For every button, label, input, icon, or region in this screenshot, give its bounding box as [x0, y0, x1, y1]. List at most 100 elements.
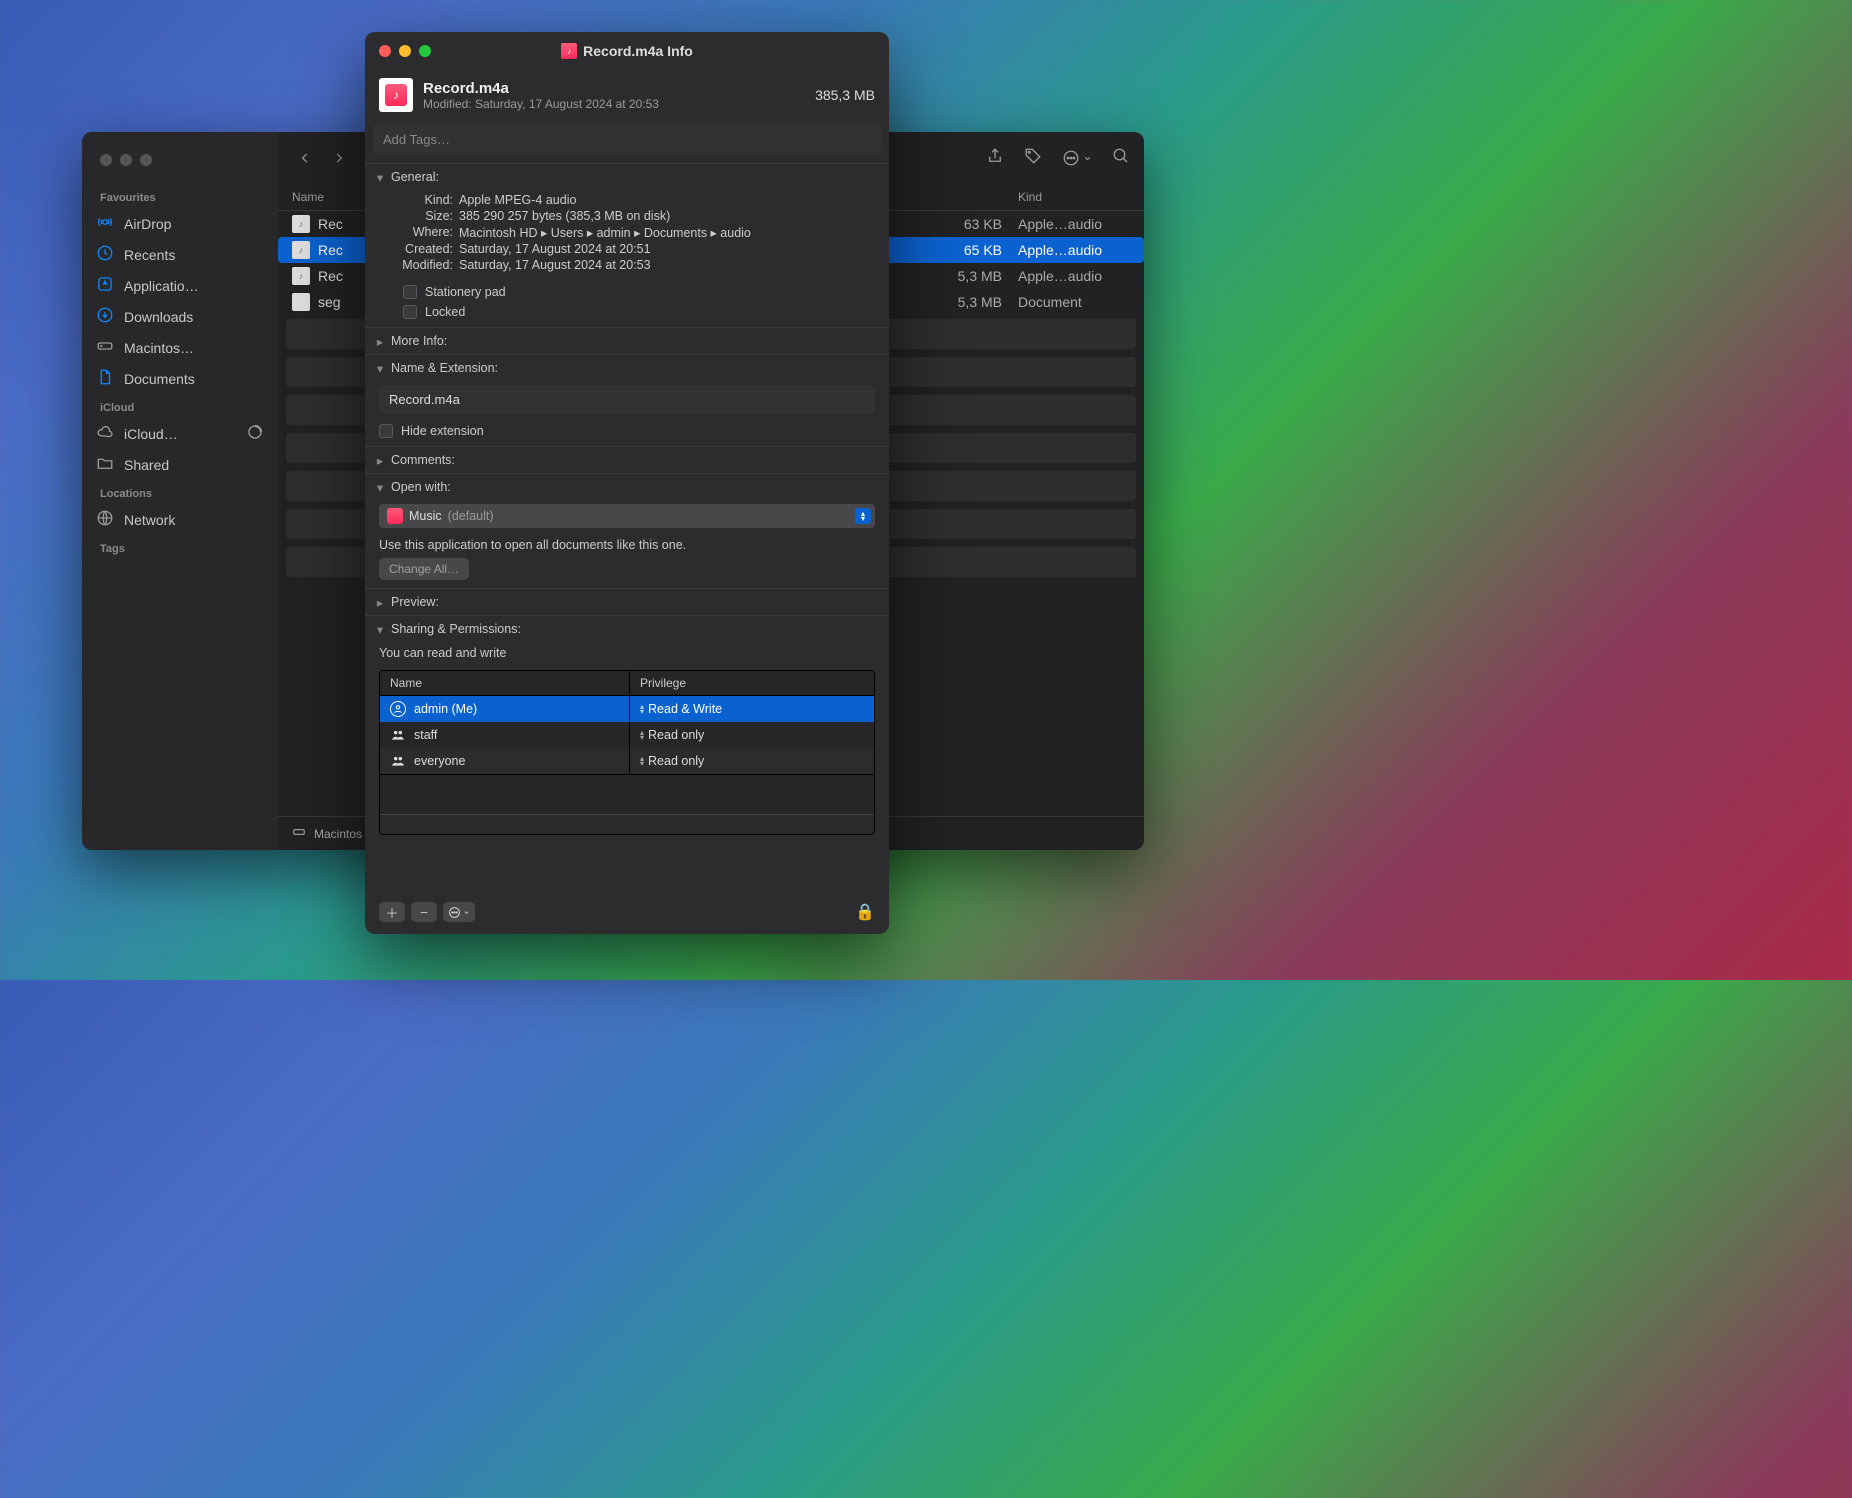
- sidebar-item-downloads[interactable]: Downloads: [82, 301, 278, 332]
- user-icon: [390, 701, 406, 717]
- favourites-heading: Favourites: [82, 184, 278, 208]
- kind-value: Apple MPEG-4 audio: [459, 193, 875, 207]
- document-file-icon: [292, 293, 310, 311]
- section-general[interactable]: ▾General:: [365, 164, 889, 190]
- shared-folder-icon: [96, 454, 114, 475]
- sidebar-item-shared[interactable]: Shared: [82, 449, 278, 480]
- updown-icon: ▴▾: [640, 756, 644, 766]
- cloud-icon: [96, 423, 114, 444]
- info-header: ♪ Record.m4a Modified: Saturday, 17 Augu…: [365, 70, 889, 120]
- airdrop-icon: [96, 213, 114, 234]
- forward-button[interactable]: [326, 145, 352, 171]
- search-icon[interactable]: [1112, 147, 1130, 170]
- sidebar-item-documents[interactable]: Documents: [82, 363, 278, 394]
- permissions-footer: ＋ − 🔒: [365, 894, 889, 934]
- minimize-icon[interactable]: [120, 154, 132, 166]
- section-preview[interactable]: ▸Preview:: [365, 589, 889, 615]
- stationery-checkbox[interactable]: [403, 285, 417, 299]
- zoom-icon[interactable]: [140, 154, 152, 166]
- section-comments[interactable]: ▸Comments:: [365, 447, 889, 473]
- file-thumbnail-icon: ♪: [379, 78, 413, 112]
- action-menu-icon[interactable]: [1062, 149, 1092, 167]
- tag-icon[interactable]: [1024, 147, 1042, 170]
- sidebar-item-label: Applicatio…: [124, 278, 199, 294]
- sidebar-item-network[interactable]: Network: [82, 504, 278, 535]
- sidebar-item-label: Network: [124, 512, 175, 528]
- close-icon[interactable]: [100, 154, 112, 166]
- locations-heading: Locations: [82, 480, 278, 504]
- chevron-down-icon: ▾: [375, 482, 385, 492]
- section-sharing-permissions[interactable]: ▾Sharing & Permissions:: [365, 616, 889, 642]
- where-value: Macintosh HD ▸ Users ▸ admin ▸ Documents…: [459, 225, 875, 240]
- get-info-window: ♪ Record.m4a Info ♪ Record.m4a Modified:…: [365, 32, 889, 934]
- updown-icon: ▴▾: [640, 730, 644, 740]
- created-value: Saturday, 17 August 2024 at 20:51: [459, 242, 875, 256]
- sidebar-item-label: Downloads: [124, 309, 193, 325]
- finder-sidebar: Favourites AirDrop Recents Applicatio… D…: [82, 132, 278, 850]
- sidebar-item-label: Documents: [124, 371, 195, 387]
- permission-action-menu[interactable]: [443, 902, 475, 922]
- change-all-button[interactable]: Change All…: [379, 558, 469, 580]
- section-more-info[interactable]: ▸More Info:: [365, 328, 889, 354]
- chevron-right-icon: ▸: [375, 455, 385, 465]
- audio-file-icon: ♪: [292, 267, 310, 285]
- updown-icon: ▴▾: [855, 508, 871, 524]
- chevron-down-icon: ▾: [375, 363, 385, 373]
- sidebar-item-label: iCloud…: [124, 426, 178, 442]
- sidebar-item-label: Recents: [124, 247, 175, 263]
- clock-icon: [96, 244, 114, 265]
- chevron-down-icon: ▾: [375, 624, 385, 634]
- locked-checkbox[interactable]: [403, 305, 417, 319]
- tags-heading: Tags: [82, 535, 278, 559]
- group-icon: [390, 727, 406, 743]
- file-name: Record.m4a: [423, 80, 805, 97]
- filename-input[interactable]: [379, 385, 875, 414]
- audio-file-icon: ♪: [292, 215, 310, 233]
- sidebar-item-airdrop[interactable]: AirDrop: [82, 208, 278, 239]
- permissions-table: Name Privilege admin (Me) ▴▾Read & Write…: [379, 670, 875, 835]
- icloud-heading: iCloud: [82, 394, 278, 418]
- window-title: Record.m4a Info: [583, 43, 693, 59]
- permissions-desc: You can read and write: [365, 642, 889, 666]
- tags-input[interactable]: Add Tags…: [373, 124, 881, 155]
- size-value: 385 290 257 bytes (385,3 MB on disk): [459, 209, 875, 223]
- minimize-icon[interactable]: [399, 45, 411, 57]
- network-icon: [96, 509, 114, 530]
- permission-row[interactable]: everyone ▴▾Read only: [380, 748, 874, 774]
- info-titlebar: ♪ Record.m4a Info: [365, 32, 889, 70]
- chevron-right-icon: ▸: [375, 336, 385, 346]
- permissions-col-privilege[interactable]: Privilege: [630, 671, 874, 695]
- permissions-col-name[interactable]: Name: [380, 671, 630, 695]
- lock-icon[interactable]: 🔒: [855, 902, 875, 922]
- zoom-icon[interactable]: [419, 45, 431, 57]
- sidebar-item-applications[interactable]: Applicatio…: [82, 270, 278, 301]
- permission-row[interactable]: staff ▴▾Read only: [380, 722, 874, 748]
- close-icon[interactable]: [379, 45, 391, 57]
- sidebar-item-recents[interactable]: Recents: [82, 239, 278, 270]
- harddrive-icon: [292, 825, 306, 842]
- downloads-icon: [96, 306, 114, 327]
- open-with-desc: Use this application to open all documen…: [365, 532, 889, 556]
- column-kind[interactable]: Kind: [1018, 190, 1130, 204]
- hide-extension-checkbox[interactable]: [379, 424, 393, 438]
- harddrive-icon: [96, 337, 114, 358]
- sidebar-item-icloud-drive[interactable]: iCloud…: [82, 418, 278, 449]
- sidebar-item-label: AirDrop: [124, 216, 171, 232]
- music-app-icon: [387, 508, 403, 524]
- sidebar-item-label: Shared: [124, 457, 169, 473]
- file-size: 385,3 MB: [815, 87, 875, 103]
- modified-label: Modified: Saturday, 17 August 2024 at 20…: [423, 97, 805, 111]
- section-name-extension[interactable]: ▾Name & Extension:: [365, 355, 889, 381]
- modified-value: Saturday, 17 August 2024 at 20:53: [459, 258, 875, 272]
- open-with-select[interactable]: Music (default) ▴▾: [379, 504, 875, 528]
- remove-permission-button[interactable]: −: [411, 902, 437, 922]
- chevron-right-icon: ▸: [375, 597, 385, 607]
- share-icon[interactable]: [986, 147, 1004, 170]
- permission-row[interactable]: admin (Me) ▴▾Read & Write: [380, 696, 874, 722]
- back-button[interactable]: [292, 145, 318, 171]
- sidebar-item-label: Macintos…: [124, 340, 194, 356]
- add-permission-button[interactable]: ＋: [379, 902, 405, 922]
- applications-icon: [96, 275, 114, 296]
- sidebar-item-macintosh-hd[interactable]: Macintos…: [82, 332, 278, 363]
- section-open-with[interactable]: ▾Open with:: [365, 474, 889, 500]
